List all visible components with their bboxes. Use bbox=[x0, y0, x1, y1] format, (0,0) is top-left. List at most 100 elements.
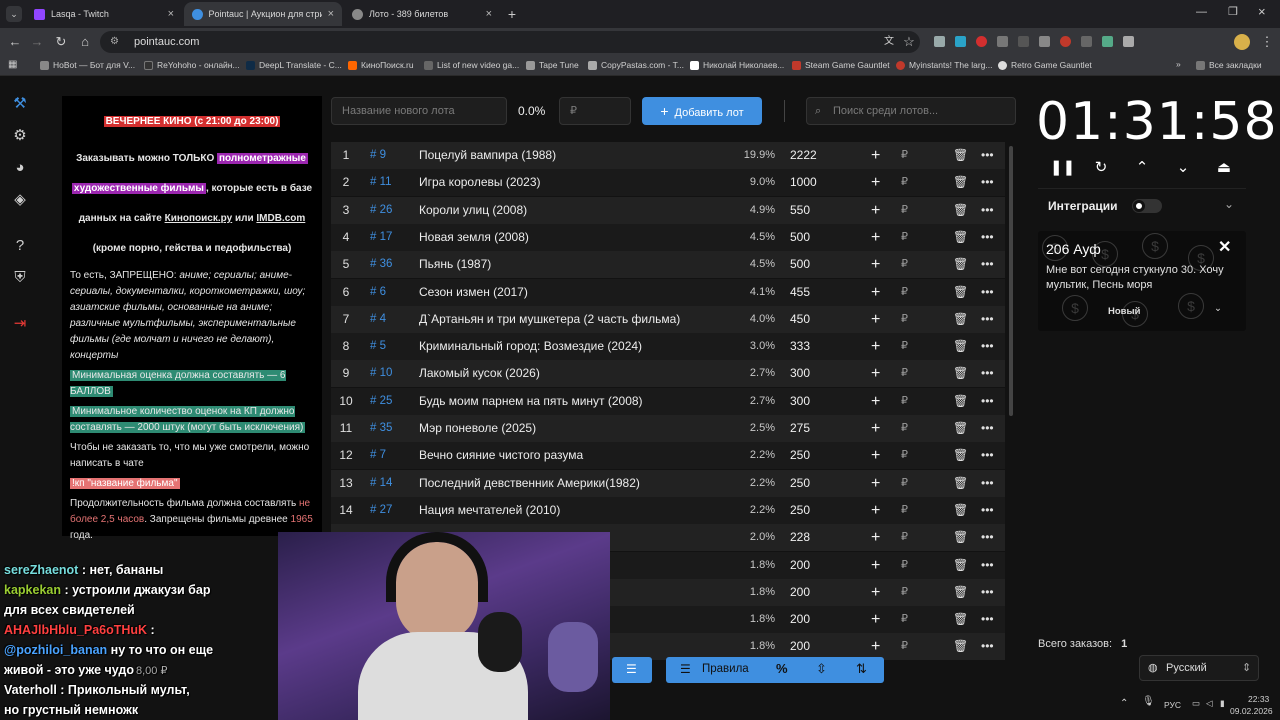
close-icon[interactable]: ✕ bbox=[1218, 237, 1231, 257]
list-view-button[interactable]: ☰ bbox=[612, 657, 652, 683]
add-amount-icon[interactable]: + bbox=[871, 197, 880, 224]
battery-icon[interactable]: ▮ bbox=[1220, 698, 1225, 709]
lot-amount[interactable]: 200 bbox=[790, 552, 810, 579]
lot-name[interactable]: Пьянь (1987) bbox=[419, 251, 491, 278]
trash-icon[interactable]: 🗑 bbox=[953, 415, 968, 442]
lot-amount[interactable]: 500 bbox=[790, 224, 810, 251]
lot-amount[interactable]: 200 bbox=[790, 579, 810, 606]
new-lot-input[interactable]: Название нового лота bbox=[331, 97, 507, 125]
currency-label[interactable]: ₽ bbox=[901, 524, 908, 551]
apps-icon[interactable]: ▦ bbox=[8, 59, 17, 70]
extension-icon[interactable] bbox=[976, 36, 987, 47]
trash-icon[interactable]: 🗑 bbox=[953, 470, 968, 497]
lot-amount[interactable]: 300 bbox=[790, 360, 810, 387]
table-row[interactable]: 13 # 14 Последний девственник Америки(1982… bbox=[331, 469, 1005, 497]
lot-name[interactable]: Новая земля (2008) bbox=[419, 224, 529, 251]
shield-icon[interactable]: ⛨ bbox=[10, 268, 30, 288]
table-row[interactable]: 1 # 9 Поцелуй вампира (1988) 19.9% 2222 + ₽ 🗑 ••… bbox=[331, 142, 1005, 169]
volume-icon[interactable]: ◁ bbox=[1206, 698, 1213, 709]
chevron-right-icon[interactable]: » bbox=[1176, 59, 1181, 69]
wheel-icon[interactable]: ◕ bbox=[10, 158, 30, 178]
currency-label[interactable]: ₽ bbox=[901, 388, 908, 415]
close-icon[interactable]: × bbox=[328, 8, 334, 20]
lot-name[interactable]: Криминальный город: Возмездие (2024) bbox=[419, 333, 642, 360]
table-row[interactable]: 12 # 7 Вечно сияние чистого разума 2.2% 250 +… bbox=[331, 442, 1005, 470]
table-row[interactable]: 5 # 36 Пьянь (1987) 4.5% 500 + ₽ 🗑 ••• bbox=[331, 251, 1005, 279]
bookmark-item[interactable]: List of new video ga... bbox=[424, 60, 519, 70]
bookmark-item[interactable]: Tape Tune bbox=[526, 60, 579, 70]
currency-label[interactable]: ₽ bbox=[901, 279, 908, 306]
layers-icon[interactable]: ◈ bbox=[10, 190, 30, 210]
add-amount-icon[interactable]: + bbox=[871, 169, 880, 196]
trash-icon[interactable]: 🗑 bbox=[953, 552, 968, 579]
currency-label[interactable]: ₽ bbox=[901, 497, 908, 524]
bookmark-item[interactable]: CopyPastas.com - T... bbox=[588, 60, 684, 70]
lot-amount[interactable]: 200 bbox=[790, 606, 810, 633]
lot-name[interactable]: Нация мечтателей (2010) bbox=[419, 497, 560, 524]
trash-icon[interactable]: 🗑 bbox=[953, 388, 968, 415]
lot-name[interactable]: Лакомый кусок (2026) bbox=[419, 360, 540, 387]
bookmark-item[interactable]: Retro Game Gauntlet bbox=[998, 60, 1092, 70]
more-icon[interactable]: ••• bbox=[981, 633, 994, 660]
lot-name[interactable]: Д`Артаньян и три мушкетера (2 часть филь… bbox=[419, 306, 680, 333]
currency-label[interactable]: ₽ bbox=[901, 224, 908, 251]
add-amount-icon[interactable]: + bbox=[871, 251, 880, 278]
table-row[interactable]: 7 # 4 Д`Артаньян и три мушкетера (2 часть … bbox=[331, 305, 1005, 333]
integrations-toggle[interactable] bbox=[1132, 199, 1162, 213]
auction-hammer-icon[interactable]: ⚒ bbox=[10, 94, 30, 114]
trash-icon[interactable]: 🗑 bbox=[953, 279, 968, 306]
add-amount-icon[interactable]: + bbox=[871, 388, 880, 415]
currency-label[interactable]: ₽ bbox=[901, 306, 908, 333]
more-icon[interactable]: ••• bbox=[981, 552, 994, 579]
bookmark-item[interactable]: ReYohoho - онлайн... bbox=[144, 60, 240, 70]
currency-label[interactable]: ₽ bbox=[901, 442, 908, 469]
reset-icon[interactable]: ↻ bbox=[1091, 158, 1111, 176]
add-amount-icon[interactable]: + bbox=[871, 552, 880, 579]
more-icon[interactable]: ••• bbox=[981, 470, 994, 497]
rules-icon[interactable]: ☰ bbox=[680, 662, 691, 676]
help-icon[interactable]: ? bbox=[10, 236, 30, 256]
integrations-row[interactable]: Интеграции ⌄ bbox=[1038, 188, 1246, 222]
tab-pointauc[interactable]: Pointauc | Аукцион для стрим × bbox=[184, 2, 342, 26]
bookmark-item[interactable]: DeepL Translate - C... bbox=[246, 60, 342, 70]
add-amount-icon[interactable]: + bbox=[871, 142, 880, 169]
currency-label[interactable]: ₽ bbox=[901, 251, 908, 278]
lot-name[interactable]: Поцелуй вампира (1988) bbox=[419, 142, 556, 169]
table-row[interactable]: 10 # 25 Будь моим парнем на пять минут (20… bbox=[331, 387, 1005, 415]
lot-name[interactable]: Сезон измен (2017) bbox=[419, 279, 528, 306]
trash-icon[interactable]: 🗑 bbox=[953, 306, 968, 333]
chevron-down-icon[interactable]: ⌄ bbox=[1224, 197, 1234, 211]
percent-icon[interactable]: % bbox=[776, 661, 788, 676]
amount-input[interactable]: ₽ bbox=[559, 97, 631, 125]
lot-amount[interactable]: 500 bbox=[790, 251, 810, 278]
bookmark-item[interactable]: Steam Game Gauntlet bbox=[792, 60, 890, 70]
microphone-icon[interactable]: 🎙 bbox=[1142, 696, 1155, 707]
tab-list-dropdown-icon[interactable]: ⌄ bbox=[6, 6, 22, 22]
trash-icon[interactable]: 🗑 bbox=[953, 251, 968, 278]
tab-twitch[interactable]: Lasqa - Twitch × bbox=[26, 2, 182, 26]
currency-label[interactable]: ₽ bbox=[901, 552, 908, 579]
currency-label[interactable]: ₽ bbox=[901, 197, 908, 224]
compress-icon[interactable]: ⇳ bbox=[816, 661, 827, 677]
extension-icon[interactable] bbox=[955, 36, 966, 47]
trash-icon[interactable]: 🗑 bbox=[953, 579, 968, 606]
currency-label[interactable]: ₽ bbox=[901, 415, 908, 442]
trash-icon[interactable]: 🗑 bbox=[953, 633, 968, 660]
reload-icon[interactable]: ↻ bbox=[52, 33, 70, 51]
extension-icon[interactable] bbox=[1102, 36, 1113, 47]
lot-amount[interactable]: 2222 bbox=[790, 142, 817, 169]
currency-label[interactable]: ₽ bbox=[901, 606, 908, 633]
bookmark-item[interactable]: Myinstants! The larg... bbox=[896, 60, 992, 70]
lot-name[interactable]: Последний девственник Америки(1982) bbox=[419, 470, 640, 497]
add-amount-icon[interactable]: + bbox=[871, 279, 880, 306]
lot-amount[interactable]: 228 bbox=[790, 524, 810, 551]
more-icon[interactable]: ••• bbox=[981, 251, 994, 278]
trash-icon[interactable]: 🗑 bbox=[953, 524, 968, 551]
window-close-icon[interactable]: × bbox=[1258, 4, 1266, 19]
lot-amount[interactable]: 333 bbox=[790, 333, 810, 360]
back-icon[interactable]: ← bbox=[6, 33, 24, 51]
more-icon[interactable]: ••• bbox=[981, 333, 994, 360]
more-icon[interactable]: ••• bbox=[981, 279, 994, 306]
more-icon[interactable]: ••• bbox=[981, 606, 994, 633]
puzzle-icon[interactable] bbox=[1123, 36, 1134, 47]
